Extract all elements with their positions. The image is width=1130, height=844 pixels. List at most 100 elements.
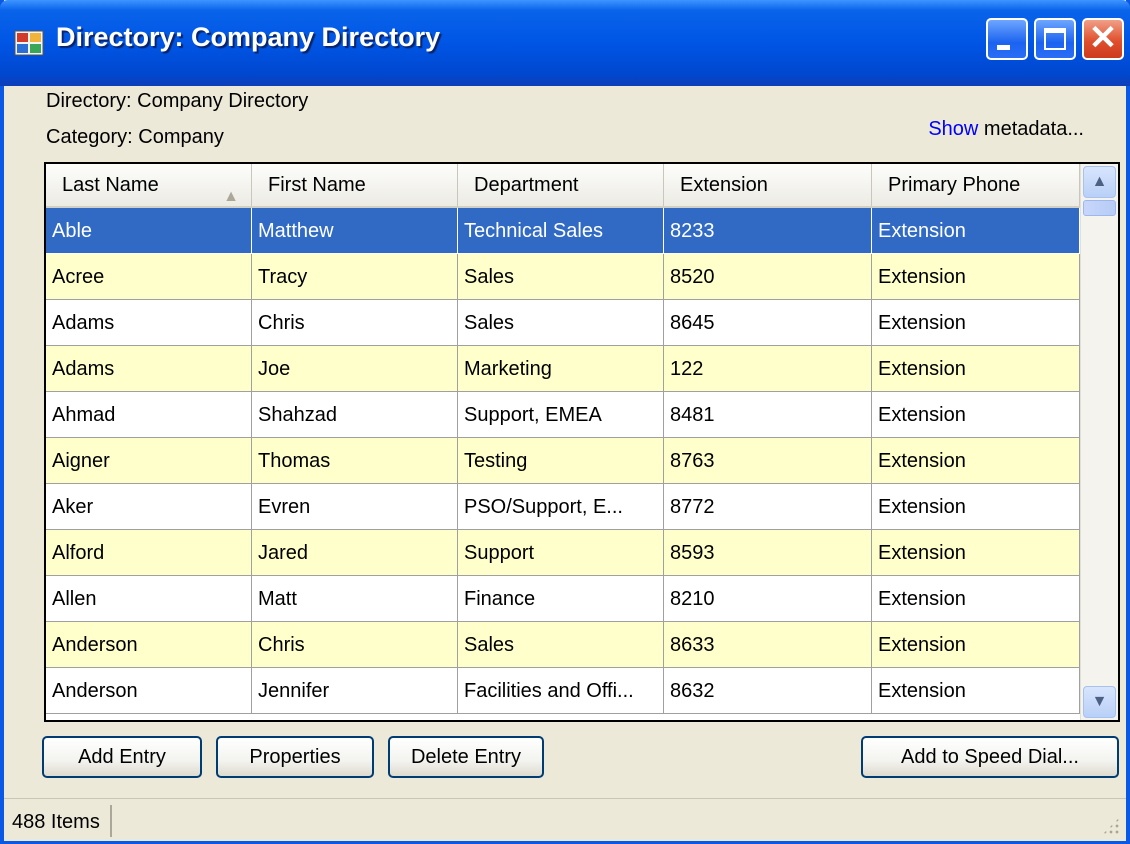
vertical-scrollbar[interactable]: ▲ ▼ <box>1080 164 1118 720</box>
cell-last-name: Adams <box>46 346 252 392</box>
cell-first-name: Shahzad <box>252 392 458 438</box>
table-row[interactable]: Anderson Jennifer Facilities and Offi...… <box>46 668 1080 714</box>
cell-department: Marketing <box>458 346 664 392</box>
cell-first-name: Joe <box>252 346 458 392</box>
column-header-label: Primary Phone <box>888 174 1021 196</box>
table-row[interactable]: Aker Evren PSO/Support, E... 8772 Extens… <box>46 484 1080 530</box>
show-metadata-link[interactable]: Show metadata... <box>928 118 1084 141</box>
cell-first-name: Evren <box>252 484 458 530</box>
properties-button[interactable]: Properties <box>216 736 374 778</box>
close-icon: ✕ <box>1088 19 1118 57</box>
cell-extension: 8593 <box>664 530 872 576</box>
cell-last-name: Aker <box>46 484 252 530</box>
cell-last-name: Anderson <box>46 668 252 714</box>
cell-primary-phone: Extension <box>872 484 1080 530</box>
column-header-last-name[interactable]: Last Name ▲ <box>46 164 252 206</box>
cell-extension: 8632 <box>664 668 872 714</box>
minimize-icon <box>997 45 1010 50</box>
cell-primary-phone: Extension <box>872 576 1080 622</box>
cell-primary-phone: Extension <box>872 392 1080 438</box>
cell-department: Sales <box>458 622 664 668</box>
directory-app-icon <box>14 30 44 56</box>
metadata-link-text: metadata... <box>978 118 1084 140</box>
cell-department: Support, EMEA <box>458 392 664 438</box>
cell-extension: 8520 <box>664 254 872 300</box>
column-header-first-name[interactable]: First Name <box>252 164 458 206</box>
cell-first-name: Jennifer <box>252 668 458 714</box>
cell-last-name: Adams <box>46 300 252 346</box>
table-row[interactable]: Ahmad Shahzad Support, EMEA 8481 Extensi… <box>46 392 1080 438</box>
item-count: 488 Items <box>10 805 112 837</box>
directory-label: Directory: Company Directory <box>46 90 309 112</box>
cell-first-name: Chris <box>252 300 458 346</box>
table-row[interactable]: Aigner Thomas Testing 8763 Extension <box>46 438 1080 484</box>
cell-last-name: Allen <box>46 576 252 622</box>
cell-department: Support <box>458 530 664 576</box>
cell-department: Finance <box>458 576 664 622</box>
cell-primary-phone: Extension <box>872 622 1080 668</box>
maximize-icon <box>1044 28 1066 50</box>
table-row[interactable]: Alford Jared Support 8593 Extension <box>46 530 1080 576</box>
close-button[interactable]: ✕ <box>1082 18 1124 60</box>
directory-window: Directory: Company Directory ✕ Directory… <box>0 0 1130 844</box>
cell-primary-phone: Extension <box>872 438 1080 484</box>
cell-first-name: Thomas <box>252 438 458 484</box>
directory-grid[interactable]: Last Name ▲ First Name Department Extensi… <box>44 162 1120 722</box>
cell-extension: 8481 <box>664 392 872 438</box>
cell-primary-phone: Extension <box>872 300 1080 346</box>
resize-grip-icon[interactable] <box>1102 817 1120 835</box>
delete-entry-button[interactable]: Delete Entry <box>388 736 544 778</box>
cell-department: PSO/Support, E... <box>458 484 664 530</box>
maximize-button[interactable] <box>1034 18 1076 60</box>
cell-extension: 8633 <box>664 622 872 668</box>
cell-department: Sales <box>458 254 664 300</box>
title-bar[interactable]: Directory: Company Directory ✕ <box>0 0 1130 86</box>
cell-department: Facilities and Offi... <box>458 668 664 714</box>
cell-primary-phone: Extension <box>872 530 1080 576</box>
cell-primary-phone: Extension <box>872 254 1080 300</box>
table-row[interactable]: Adams Joe Marketing 122 Extension <box>46 346 1080 392</box>
column-header-label: Department <box>474 174 579 196</box>
table-row[interactable]: Allen Matt Finance 8210 Extension <box>46 576 1080 622</box>
window-title: Directory: Company Directory <box>56 22 441 52</box>
scroll-down-button[interactable]: ▼ <box>1083 686 1116 718</box>
chevron-down-icon: ▼ <box>1091 693 1108 710</box>
add-to-speed-dial-button[interactable]: Add to Speed Dial... <box>861 736 1119 778</box>
cell-last-name: Aigner <box>46 438 252 484</box>
cell-last-name: Ahmad <box>46 392 252 438</box>
column-header-label: Extension <box>680 174 768 196</box>
table-row[interactable]: Anderson Chris Sales 8633 Extension <box>46 622 1080 668</box>
cell-first-name: Matthew <box>252 208 458 254</box>
cell-primary-phone: Extension <box>872 346 1080 392</box>
table-row[interactable]: Acree Tracy Sales 8520 Extension <box>46 254 1080 300</box>
cell-last-name: Alford <box>46 530 252 576</box>
status-bar: 488 Items <box>4 798 1126 841</box>
cell-extension: 8772 <box>664 484 872 530</box>
column-header-primary-phone[interactable]: Primary Phone <box>872 164 1080 206</box>
column-header-department[interactable]: Department <box>458 164 664 206</box>
cell-last-name: Anderson <box>46 622 252 668</box>
cell-department: Sales <box>458 300 664 346</box>
category-label: Category: Company <box>46 126 224 148</box>
cell-first-name: Tracy <box>252 254 458 300</box>
cell-first-name: Jared <box>252 530 458 576</box>
column-header-label: Last Name <box>62 174 159 196</box>
cell-extension: 8763 <box>664 438 872 484</box>
minimize-button[interactable] <box>986 18 1028 60</box>
cell-primary-phone: Extension <box>872 668 1080 714</box>
cell-extension: 8210 <box>664 576 872 622</box>
cell-extension: 8233 <box>664 208 872 254</box>
column-header-extension[interactable]: Extension <box>664 164 872 206</box>
cell-last-name: Acree <box>46 254 252 300</box>
table-row[interactable]: Adams Chris Sales 8645 Extension <box>46 300 1080 346</box>
scroll-up-button[interactable]: ▲ <box>1083 166 1116 198</box>
table-row[interactable]: Able Matthew Technical Sales 8233 Extens… <box>46 208 1080 254</box>
column-header-row: Last Name ▲ First Name Department Extensi… <box>46 164 1080 208</box>
cell-first-name: Matt <box>252 576 458 622</box>
cell-primary-phone: Extension <box>872 208 1080 254</box>
cell-extension: 8645 <box>664 300 872 346</box>
cell-department: Technical Sales <box>458 208 664 254</box>
cell-department: Testing <box>458 438 664 484</box>
add-entry-button[interactable]: Add Entry <box>42 736 202 778</box>
scroll-thumb[interactable] <box>1083 200 1116 216</box>
